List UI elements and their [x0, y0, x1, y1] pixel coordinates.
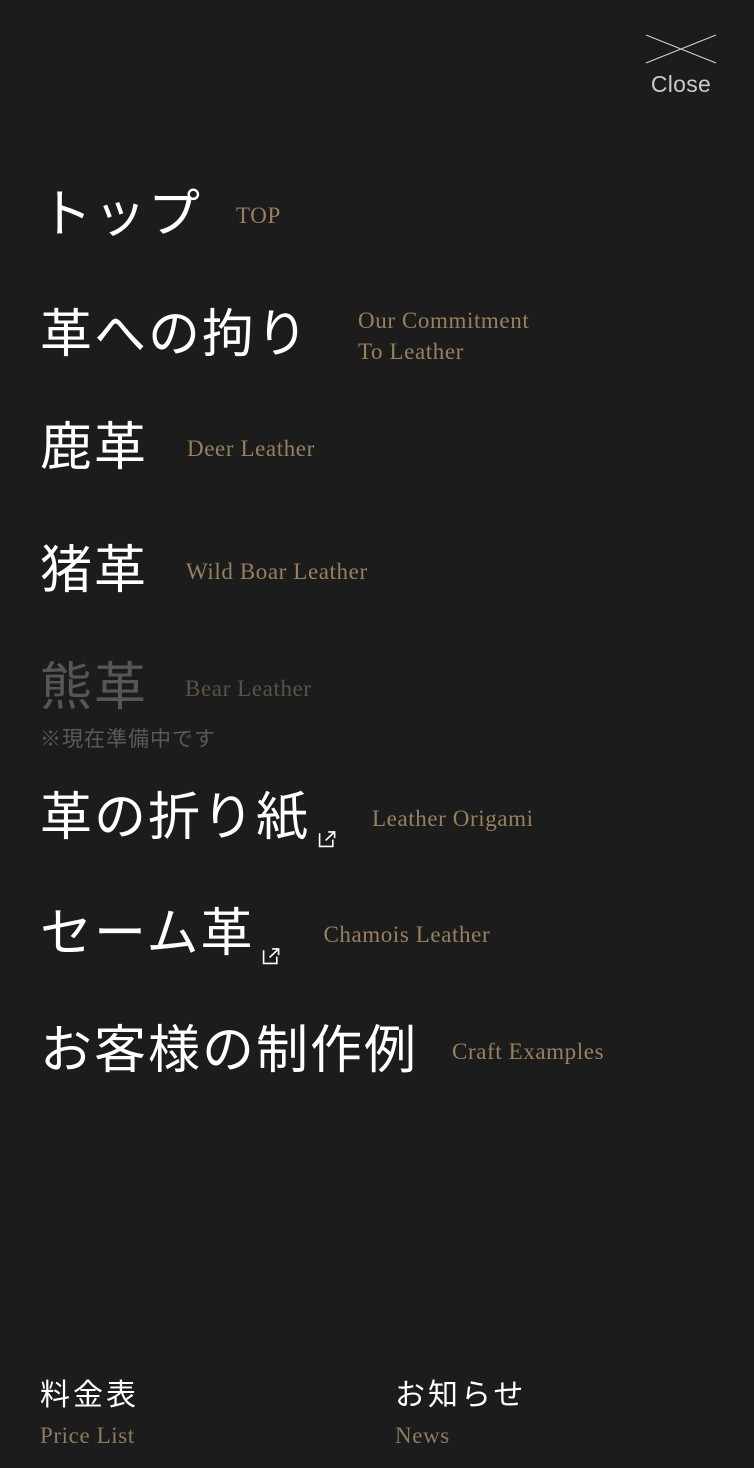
footer-link-label-en: News	[395, 1423, 450, 1449]
nav-item-label-en: Leather Origami	[372, 805, 534, 831]
fullscreen-nav-overlay: Close トップ TOP 革への拘り Our Commitment To Leath…	[0, 0, 754, 1468]
footer-link-news[interactable]: お知らせ News	[395, 1378, 526, 1450]
close-button[interactable]: Close	[633, 34, 729, 96]
nav-item-label-en: Chamois Leather	[323, 922, 491, 948]
nav-item-label-ja: 鹿革	[40, 420, 149, 478]
primary-nav: トップ TOP 革への拘り Our Commitment To Leather 鹿革 De…	[0, 186, 754, 1082]
footer-link-price-list[interactable]: 料金表 Price List	[40, 1378, 395, 1450]
nav-item-craft[interactable]: お客様の制作例 Craft Examples	[40, 1022, 714, 1082]
nav-item-label-en: Our Commitment To Leather	[358, 308, 530, 364]
nav-item-boar[interactable]: 猪革 Wild Boar Leather	[40, 542, 714, 602]
footer-link-label-en: Price List	[40, 1423, 135, 1449]
nav-item-ja-wrap: 熊革	[40, 659, 148, 719]
close-label: Close	[650, 71, 712, 97]
nav-item-bear: 熊革 Bear Leather ※現在準備中です	[40, 659, 714, 750]
footer-link-label-ja: 料金表	[40, 1379, 139, 1413]
nav-item-deer[interactable]: 鹿革 Deer Leather	[40, 419, 714, 479]
nav-item-ja-wrap: 革への拘り	[40, 306, 310, 366]
nav-item-ja-wrap: 猪革	[40, 542, 148, 602]
nav-item-label-en: TOP	[236, 202, 281, 228]
nav-item-label-en: Wild Boar Leather	[186, 559, 368, 585]
nav-item-top[interactable]: トップ TOP	[40, 186, 714, 246]
nav-item-label-ja: お客様の制作例	[40, 1022, 419, 1080]
nav-item-label-ja: 革の折り紙	[40, 789, 311, 847]
nav-item-label-ja: 猪革	[40, 543, 149, 601]
nav-item-label-ja: トップ	[40, 187, 203, 244]
close-x-icon	[645, 34, 717, 64]
nav-item-chamois[interactable]: セーム革 Chamois Leather	[40, 905, 714, 965]
nav-item-label-en: Craft Examples	[452, 1038, 605, 1064]
nav-item-note: ※現在準備中です	[40, 726, 216, 751]
nav-item-ja-wrap: 鹿革	[40, 419, 148, 479]
nav-item-label-en: Bear Leather	[185, 675, 312, 701]
nav-item-ja-wrap: お客様の制作例	[40, 1022, 418, 1082]
footer-link-label-ja: お知らせ	[395, 1379, 527, 1413]
external-link-icon	[317, 829, 338, 850]
external-link-icon	[261, 946, 282, 967]
nav-item-origami[interactable]: 革の折り紙 Leather Origami	[40, 789, 714, 849]
nav-item-ja-wrap: トップ	[40, 186, 202, 246]
nav-item-ja-wrap: セーム革	[40, 905, 282, 965]
nav-item-label-ja: 革への拘り	[40, 307, 311, 365]
nav-item-ja-wrap: 革の折り紙	[40, 789, 338, 849]
nav-item-label-ja: セーム革	[40, 906, 255, 964]
nav-item-label-ja: 熊革	[40, 659, 149, 717]
nav-item-commitment[interactable]: 革への拘り Our Commitment To Leather	[40, 306, 714, 367]
nav-item-label-en: Deer Leather	[187, 436, 315, 461]
footer-links: 料金表 Price List お知らせ News	[40, 1378, 714, 1450]
